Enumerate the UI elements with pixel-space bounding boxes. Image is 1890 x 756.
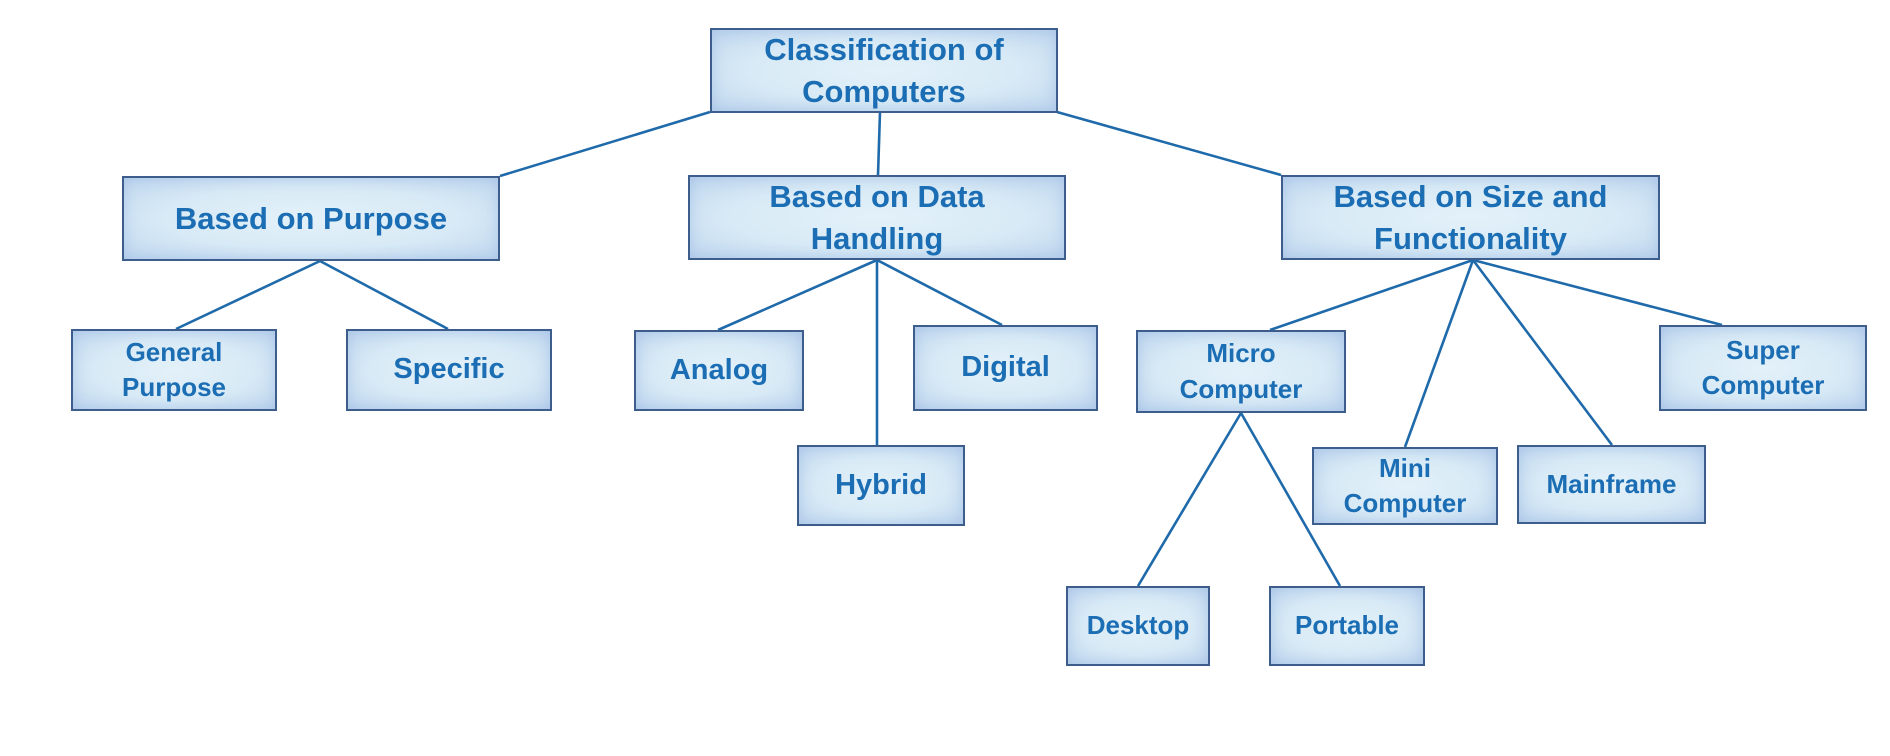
node-digital-label: Digital [961, 351, 1050, 384]
edge-root-purpose [499, 110, 711, 178]
node-hybrid: Hybrid [797, 445, 965, 526]
node-size: Based on Size and Functionality [1281, 175, 1660, 260]
node-super: Super Computer [1659, 325, 1867, 411]
edge-data-handling-analog [717, 258, 878, 332]
node-root: Classification of Computers [710, 28, 1058, 113]
edge-size-micro [1269, 258, 1474, 332]
edge-root-data-handling [876, 111, 882, 176]
edge-size-super [1472, 258, 1723, 327]
node-mini: Mini Computer [1312, 447, 1498, 525]
node-micro: Micro Computer [1136, 330, 1346, 413]
node-portable-label: Portable [1294, 610, 1400, 641]
node-mainframe: Mainframe [1517, 445, 1706, 524]
node-desktop: Desktop [1066, 586, 1210, 666]
node-data-handling-label: Based on Data Handling [769, 178, 985, 256]
node-purpose: Based on Purpose [122, 176, 500, 261]
node-analog-label: Analog [669, 353, 769, 386]
edge-root-size [1056, 110, 1282, 177]
node-super-label: Super Computer [1701, 334, 1825, 400]
edge-data-handling-digital [876, 258, 1003, 327]
edge-size-mini [1403, 259, 1475, 448]
node-digital: Digital [913, 325, 1098, 411]
node-portable: Portable [1269, 586, 1425, 666]
node-root-label: Classification of Computers [764, 31, 1004, 109]
node-specific: Specific [346, 329, 552, 411]
edge-purpose-general [175, 259, 321, 331]
node-mini-label: Mini Computer [1343, 452, 1467, 518]
node-micro-label: Micro Computer [1179, 338, 1303, 404]
node-mainframe-label: Mainframe [1546, 468, 1677, 499]
node-general-label: General Purpose [121, 336, 227, 402]
edge-purpose-specific [319, 259, 449, 331]
node-analog: Analog [634, 330, 804, 411]
node-specific-label: Specific [393, 353, 505, 386]
node-desktop-label: Desktop [1086, 610, 1190, 641]
edge-micro-desktop [1136, 412, 1243, 587]
node-data-handling: Based on Data Handling [688, 175, 1066, 260]
node-general: General Purpose [71, 329, 277, 411]
node-size-label: Based on Size and Functionality [1333, 178, 1608, 256]
edge-size-mainframe [1471, 259, 1614, 446]
node-hybrid-label: Hybrid [835, 468, 927, 501]
node-purpose-label: Based on Purpose [174, 200, 448, 236]
